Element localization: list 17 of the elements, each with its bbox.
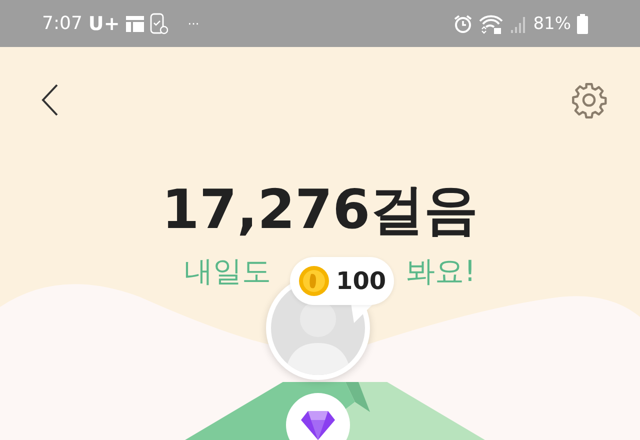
coin-icon — [298, 265, 330, 297]
more-notifications: ··· — [188, 16, 200, 30]
message-text: 봐요! — [406, 253, 476, 289]
battery-percent: 81% — [533, 14, 571, 34]
back-icon[interactable] — [40, 83, 60, 117]
carrier-label: U+ — [88, 12, 120, 34]
settings-icon[interactable] — [570, 81, 608, 119]
gem-icon — [301, 410, 335, 440]
message-text: 내일도 — [184, 253, 272, 289]
gallery-icon — [126, 16, 144, 32]
reward-amount: 100 — [336, 267, 386, 295]
step-count: 17,276걸음 — [160, 177, 480, 243]
alarm-icon — [453, 14, 474, 34]
battery-icon — [577, 14, 588, 34]
wifi-icon — [479, 14, 504, 34]
watch-icon — [150, 12, 168, 34]
status-time: 7:07 — [42, 13, 82, 34]
